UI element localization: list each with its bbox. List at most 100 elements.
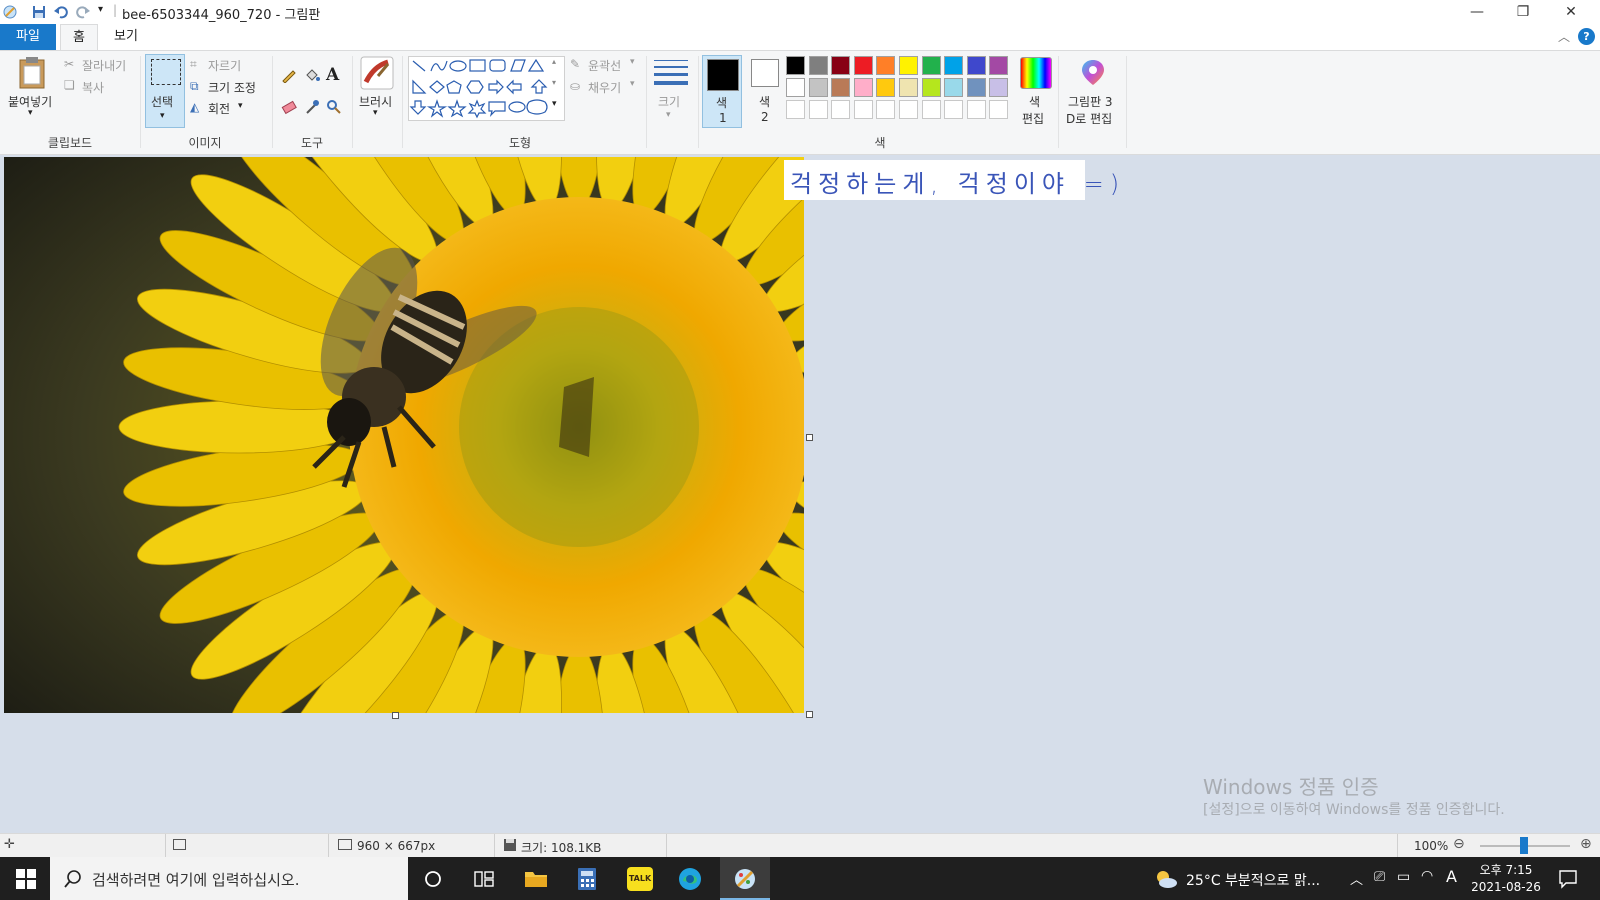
pencil-icon[interactable] (281, 67, 297, 83)
device-icon[interactable]: ⎚ (1374, 869, 1385, 885)
restore-button[interactable]: ❐ (1500, 0, 1546, 24)
color-swatch[interactable] (786, 78, 805, 97)
color-swatch[interactable] (944, 56, 964, 75)
task-view-icon[interactable] (474, 870, 494, 888)
collapse-ribbon-icon[interactable]: ︿ (1558, 28, 1570, 45)
tab-view[interactable]: 보기 (108, 24, 144, 50)
weather-icon[interactable] (1154, 868, 1178, 890)
tab-home[interactable]: 홈 (60, 24, 98, 50)
custom-color-slot[interactable] (831, 100, 851, 119)
calculator-icon[interactable] (577, 867, 597, 891)
show-hidden-icons-icon[interactable]: ︿ (1350, 869, 1363, 888)
undo-icon[interactable] (54, 5, 68, 19)
custom-color-slot[interactable] (876, 100, 896, 119)
color-swatch[interactable] (853, 56, 873, 75)
size-button[interactable]: 크기 (658, 93, 680, 110)
rotate-dropdown-icon[interactable]: ▾ (238, 101, 243, 111)
paste-dropdown-icon[interactable]: ▾ (28, 108, 33, 118)
taskbar-paint-app-active[interactable] (720, 857, 770, 900)
canvas-image[interactable] (4, 0, 1040, 888)
color-swatch[interactable] (831, 56, 851, 75)
brushes-dropdown-icon[interactable]: ▾ (373, 108, 378, 118)
redo-icon[interactable] (76, 5, 90, 19)
edit-colors-button[interactable]: 색 편집 (1016, 55, 1054, 128)
windows-start-icon[interactable] (16, 869, 36, 889)
rotate-button[interactable]: 회전 (208, 100, 230, 117)
custom-color-slot[interactable] (786, 100, 805, 119)
color-picker-icon[interactable] (304, 99, 320, 115)
color2-button[interactable]: 색 2 (746, 55, 782, 128)
file-explorer-icon[interactable] (524, 868, 548, 888)
wifi-icon[interactable]: ◠ (1421, 868, 1433, 884)
shapes-scroll-down-icon[interactable]: ▾ (552, 78, 556, 87)
color-swatch[interactable] (808, 78, 828, 97)
custom-color-slot[interactable] (944, 100, 964, 119)
help-icon[interactable]: ? (1578, 28, 1595, 45)
custom-color-slot[interactable] (921, 100, 941, 119)
color-swatch[interactable] (808, 56, 828, 75)
quick-access-dropdown-icon[interactable]: ▾ (98, 4, 103, 15)
ime-indicator[interactable]: A (1446, 867, 1457, 886)
color-swatch[interactable] (921, 56, 941, 75)
color-swatch[interactable] (853, 78, 873, 97)
taskbar-search-box[interactable]: 검색하려면 여기에 입력하십시오. (50, 857, 408, 900)
color2-label-a: 색 (759, 95, 771, 109)
color1-button[interactable]: 색 1 (702, 55, 742, 128)
paint3d-button[interactable]: 그림판 3 D로 편집 (1062, 55, 1124, 128)
minimize-button[interactable]: — (1454, 0, 1500, 24)
size-dropdown-icon[interactable]: ▾ (666, 110, 671, 120)
resize-button[interactable]: 크기 조정 (208, 79, 256, 96)
zoom-slider-thumb[interactable] (1520, 837, 1528, 854)
color-swatch[interactable] (786, 56, 805, 75)
status-separator (1397, 834, 1398, 858)
color-swatch[interactable] (921, 78, 941, 97)
clock-time[interactable]: 오후 7:15 (1478, 861, 1534, 878)
custom-color-slot[interactable] (899, 100, 918, 119)
resize-handle-corner[interactable] (806, 711, 813, 718)
clock-date[interactable]: 2021-08-26 (1470, 880, 1542, 894)
cut-button[interactable]: 잘라내기 (82, 57, 126, 74)
battery-icon[interactable]: ▭ (1397, 869, 1410, 885)
color-swatch[interactable] (966, 56, 986, 75)
custom-color-slot[interactable] (853, 100, 873, 119)
zoom-in-icon[interactable]: ⊕ (1580, 836, 1592, 852)
color-swatch[interactable] (989, 56, 1009, 75)
edge-browser-icon[interactable] (678, 867, 702, 891)
notifications-icon[interactable] (1558, 869, 1578, 889)
crop-button[interactable]: 자르기 (208, 57, 241, 74)
color-swatch[interactable] (966, 78, 986, 97)
shapes-more-icon[interactable]: ▾ (552, 99, 557, 109)
resize-handle-bottom[interactable] (392, 712, 399, 719)
color-swatch[interactable] (989, 78, 1009, 97)
text-tool-icon[interactable]: A (326, 65, 339, 85)
outline-button[interactable]: 윤곽선 (588, 57, 621, 74)
eraser-icon[interactable] (281, 99, 297, 115)
fill-dropdown-icon[interactable]: ▾ (630, 79, 635, 89)
outline-dropdown-icon[interactable]: ▾ (630, 57, 635, 67)
color-swatch[interactable] (876, 78, 896, 97)
kakaotalk-icon[interactable]: TALK (627, 867, 653, 891)
fill-button[interactable]: 채우기 (588, 79, 621, 96)
select-button[interactable]: 선택 ▾ (145, 54, 185, 128)
color-swatch[interactable] (899, 56, 918, 75)
shapes-gallery[interactable] (408, 56, 565, 121)
fill-bucket-icon[interactable] (304, 67, 320, 83)
zoom-out-icon[interactable]: ⊖ (1453, 836, 1465, 852)
cortana-icon[interactable] (424, 870, 442, 888)
custom-color-slot[interactable] (989, 100, 1009, 119)
color-swatch[interactable] (876, 56, 896, 75)
color-swatch[interactable] (899, 78, 918, 97)
zoom-level: 100% (1414, 839, 1449, 853)
custom-color-slot[interactable] (808, 100, 828, 119)
tab-file[interactable]: 파일 (0, 24, 56, 50)
color-swatch[interactable] (831, 78, 851, 97)
custom-color-slot[interactable] (966, 100, 986, 119)
magnifier-icon[interactable] (326, 99, 342, 115)
close-button[interactable]: ✕ (1548, 0, 1594, 24)
copy-button[interactable]: 복사 (82, 79, 104, 96)
resize-handle-right[interactable] (806, 434, 813, 441)
shapes-scroll-up-icon[interactable]: ▴ (552, 57, 556, 66)
weather-text[interactable]: 25°C 부분적으로 맑... (1186, 870, 1320, 890)
color-swatch[interactable] (944, 78, 964, 97)
save-icon[interactable] (32, 5, 46, 19)
